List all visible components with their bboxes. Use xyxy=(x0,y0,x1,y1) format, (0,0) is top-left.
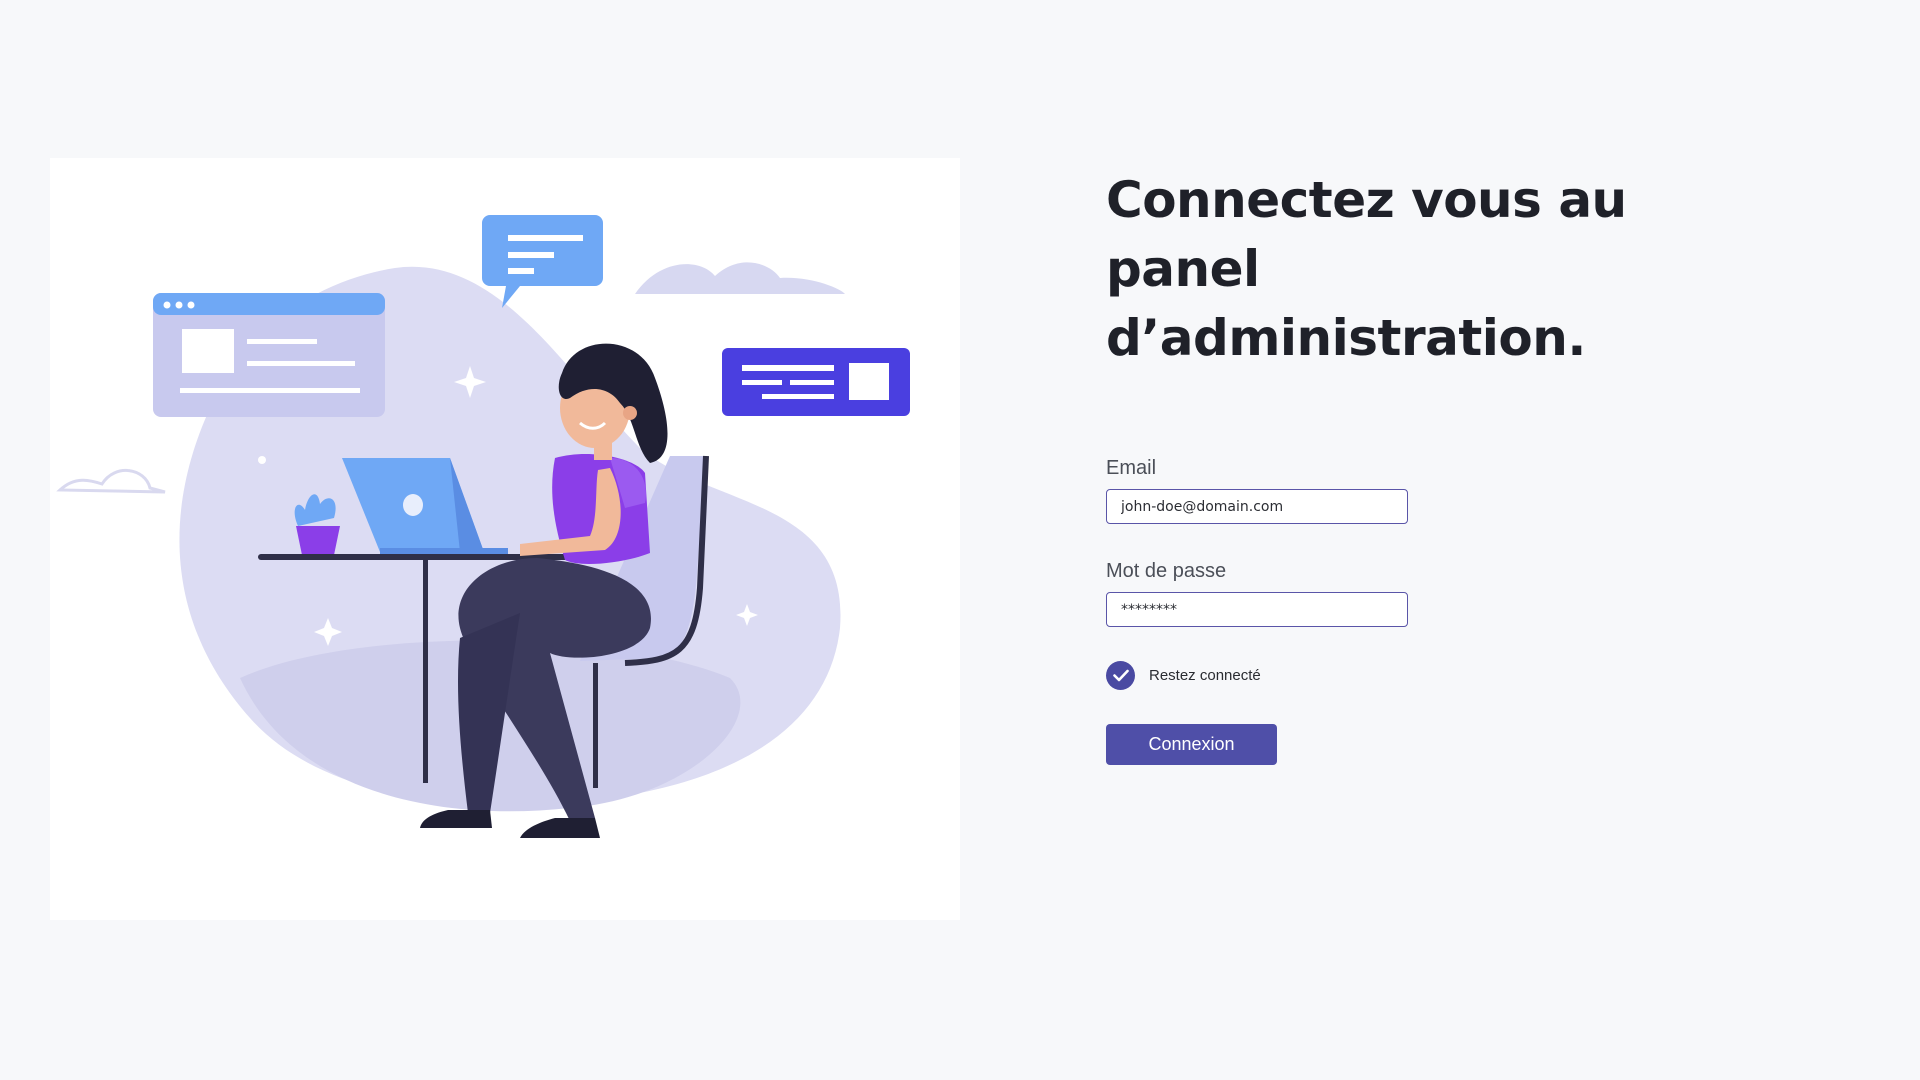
login-button[interactable]: Connexion xyxy=(1106,724,1277,765)
password-group: Mot de passe xyxy=(1106,560,1408,627)
email-label: Email xyxy=(1106,457,1157,479)
hero-illustration xyxy=(50,158,960,920)
login-form: Email Mot de passe Restez connecté Conne… xyxy=(1106,457,1408,765)
password-label: Mot de passe xyxy=(1106,560,1227,582)
password-field[interactable] xyxy=(1106,592,1408,627)
login-panel: Connectez vous au panel d’administration… xyxy=(1106,166,1726,765)
remember-me-label: Restez connecté xyxy=(1149,667,1261,684)
email-group: Email xyxy=(1106,457,1408,524)
page-title-line-1: Connectez vous au panel xyxy=(1106,171,1627,298)
email-field[interactable] xyxy=(1106,489,1408,524)
page-title: Connectez vous au panel d’administration… xyxy=(1106,166,1726,373)
page-title-line-2: d’administration. xyxy=(1106,309,1586,367)
checkmark-icon[interactable] xyxy=(1106,661,1135,690)
remember-me-checkbox[interactable]: Restez connecté xyxy=(1106,661,1408,690)
woman-at-laptop-illustration xyxy=(56,215,910,838)
